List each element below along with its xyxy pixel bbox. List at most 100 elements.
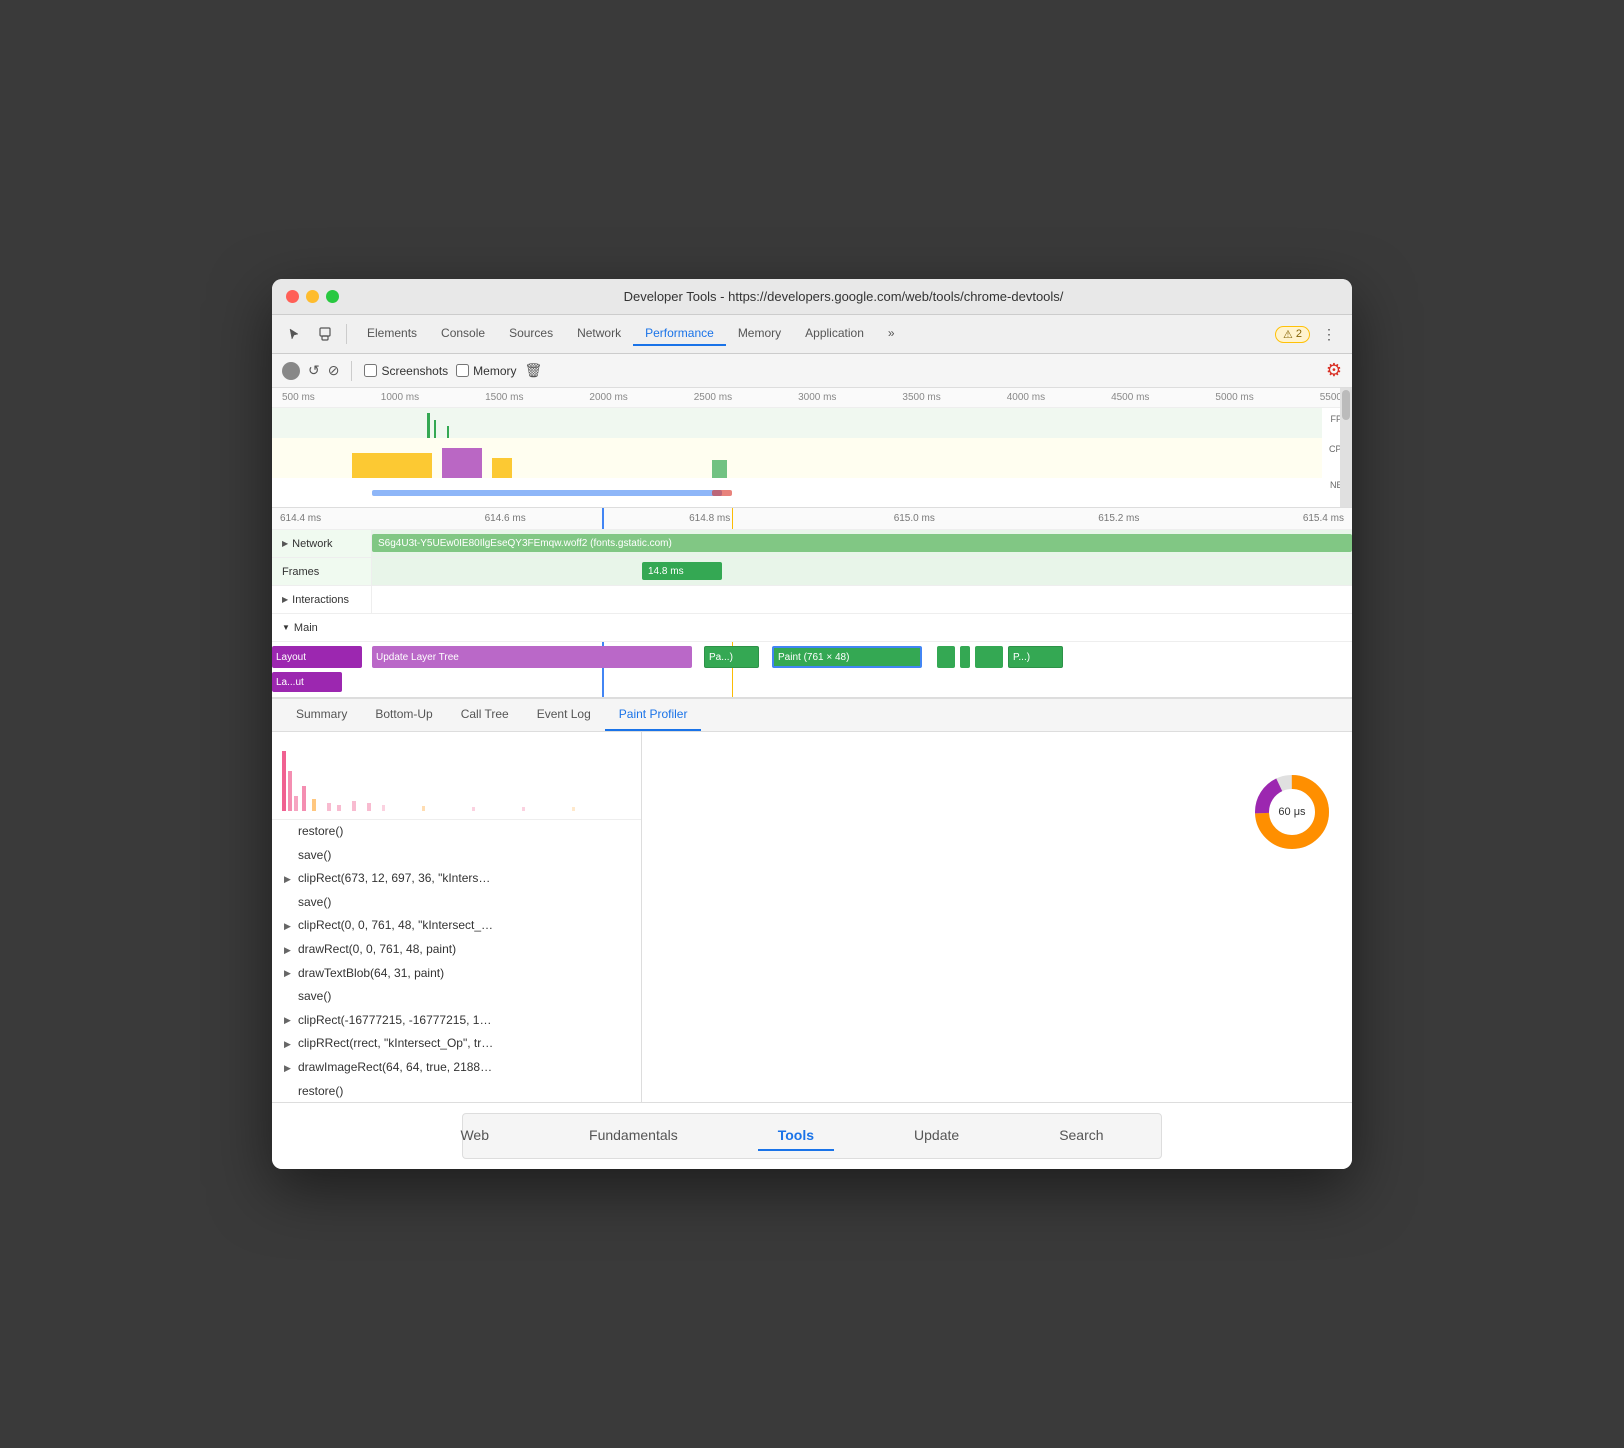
title-bar: Developer Tools - https://developers.goo…: [272, 279, 1352, 315]
screenshots-label: Screenshots: [381, 364, 448, 378]
frames-track-content: 14.8 ms: [372, 558, 1352, 585]
warning-icon: ⚠: [1283, 328, 1293, 341]
cmd-save-3[interactable]: save(): [272, 985, 641, 1009]
cmd-cliprect-1[interactable]: ▶ clipRect(673, 12, 697, 36, "kInters…: [272, 867, 641, 891]
device-icon[interactable]: [312, 321, 338, 347]
tab-sources[interactable]: Sources: [497, 322, 565, 346]
update-layer-tree-label: Update Layer Tree: [376, 652, 459, 663]
nav-fundamentals[interactable]: Fundamentals: [569, 1121, 698, 1151]
cmd-save-1-text: save(): [298, 845, 331, 867]
network-track-label: ▶ Network: [272, 530, 372, 557]
record-bar: ↺ ⊘ Screenshots Memory 🗑 ⚙: [272, 354, 1352, 388]
cmd-restore-1[interactable]: restore(): [272, 820, 641, 844]
nav-update[interactable]: Update: [894, 1121, 979, 1151]
timeline-graph: FPS CPU NET: [272, 408, 1352, 508]
scrollbar-handle[interactable]: [1342, 390, 1350, 420]
ruler-mark-3000: 3000 ms: [798, 392, 836, 403]
green-bar-3[interactable]: [975, 646, 1003, 668]
network-bar: S6g4U3t-Y5UEw0IE80IlgEseQY3FEmqw.woff2 (…: [372, 534, 1352, 552]
record-button[interactable]: [282, 362, 300, 380]
paint-small-bar[interactable]: Pa...): [704, 646, 759, 668]
tab-performance[interactable]: Performance: [633, 322, 726, 346]
paint-tiny-bar[interactable]: P...): [1008, 646, 1063, 668]
cmd-save-1[interactable]: save(): [272, 844, 641, 868]
detail-ruler-marks: 614.4 ms 614.6 ms 614.8 ms 615.0 ms 615.…: [280, 513, 1344, 524]
tab-event-log[interactable]: Event Log: [523, 699, 605, 731]
close-button[interactable]: [286, 290, 299, 303]
nav-tools[interactable]: Tools: [758, 1121, 834, 1151]
ruler-mark-500: 500 ms: [282, 392, 315, 403]
cmd-save-2[interactable]: save(): [272, 891, 641, 915]
tab-console[interactable]: Console: [429, 322, 497, 346]
net-bar-1: [372, 490, 722, 496]
tab-memory[interactable]: Memory: [726, 322, 793, 346]
tab-elements[interactable]: Elements: [355, 322, 429, 346]
main-arrow: ▼: [282, 623, 290, 632]
paint-canvas-area: 60 μs: [642, 732, 1352, 1102]
cmd-save-3-text: save(): [298, 986, 331, 1008]
net-track: [272, 478, 1322, 498]
prohibit-icon[interactable]: ⊘: [328, 362, 340, 379]
cursor-icon[interactable]: [282, 321, 308, 347]
cmd-drawtextblob-1-arrow: ▶: [284, 965, 294, 981]
cmd-drawrect[interactable]: ▶ drawRect(0, 0, 761, 48, paint): [272, 938, 641, 962]
nav-tabs: Elements Console Sources Network Perform…: [355, 322, 1271, 346]
cmd-cliprrect-arrow: ▶: [284, 1036, 294, 1052]
maximize-button[interactable]: [326, 290, 339, 303]
tab-bottom-up[interactable]: Bottom-Up: [361, 699, 446, 731]
cpu-bar-3: [492, 458, 512, 478]
paint-commands: restore() save() ▶ clipRect(673, 12, 697…: [272, 732, 642, 1102]
more-options-icon[interactable]: ⋮: [1316, 321, 1342, 347]
warning-badge[interactable]: ⚠ 2: [1275, 326, 1310, 343]
tab-summary[interactable]: Summary: [282, 699, 361, 731]
tab-network[interactable]: Network: [565, 322, 633, 346]
laut-bar[interactable]: La...ut: [272, 672, 342, 692]
ruler-mark-5000: 5000 ms: [1215, 392, 1253, 403]
cmd-cliprect-3[interactable]: ▶ clipRect(-16777215, -16777215, 1…: [272, 1009, 641, 1033]
reload-icon[interactable]: ↺: [308, 362, 320, 379]
nav-web[interactable]: Web: [440, 1121, 509, 1151]
timeline-scrollbar[interactable]: [1340, 388, 1352, 507]
tab-paint-profiler[interactable]: Paint Profiler: [605, 699, 702, 731]
screenshots-checkbox-label[interactable]: Screenshots: [364, 364, 448, 378]
paint-large-bar[interactable]: Paint (761 × 48): [772, 646, 922, 668]
hist-bar-9: [367, 803, 371, 811]
playhead-yellow: [732, 508, 733, 529]
paint-area: restore() save() ▶ clipRect(673, 12, 697…: [272, 732, 1352, 1102]
screenshots-checkbox[interactable]: [364, 364, 377, 377]
green-bar-2[interactable]: [960, 646, 970, 668]
nav-search[interactable]: Search: [1039, 1121, 1123, 1151]
interactions-track-row: ▶ Interactions: [272, 586, 1352, 614]
mark-615-4: 615.4 ms: [1303, 513, 1344, 524]
memory-checkbox-label[interactable]: Memory: [456, 364, 516, 378]
memory-checkbox[interactable]: [456, 364, 469, 377]
cmd-cliprect-2[interactable]: ▶ clipRect(0, 0, 761, 48, "kIntersect_…: [272, 914, 641, 938]
frames-label: Frames: [282, 566, 319, 578]
playhead-blue: [602, 508, 604, 529]
minimize-button[interactable]: [306, 290, 319, 303]
paint-large-label: Paint (761 × 48): [778, 652, 849, 663]
separator: [351, 361, 352, 381]
interactions-arrow: ▶: [282, 595, 288, 604]
toolbar-right: ⚠ 2 ⋮: [1275, 321, 1342, 347]
settings-icon[interactable]: ⚙: [1326, 360, 1342, 381]
layout-bar[interactable]: Layout: [272, 646, 362, 668]
update-layer-tree-bar[interactable]: Update Layer Tree: [372, 646, 692, 668]
ruler-mark-4000: 4000 ms: [1007, 392, 1045, 403]
tab-application[interactable]: Application: [793, 322, 876, 346]
cmd-restore-2[interactable]: restore(): [272, 1080, 641, 1102]
cmd-drawtextblob-1[interactable]: ▶ drawTextBlob(64, 31, paint): [272, 962, 641, 986]
main-section-header: ▼ Main: [272, 614, 1352, 642]
tab-more[interactable]: »: [876, 322, 907, 346]
fps-bar-1: [427, 413, 430, 438]
cmd-cliprrect[interactable]: ▶ clipRRect(rrect, "kIntersect_Op", tr…: [272, 1032, 641, 1056]
trash-icon[interactable]: 🗑: [525, 362, 543, 379]
cmd-drawimagerect[interactable]: ▶ drawImageRect(64, 64, true, 2188…: [272, 1056, 641, 1080]
tab-call-tree[interactable]: Call Tree: [447, 699, 523, 731]
cmd-cliprrect-text: clipRRect(rrect, "kIntersect_Op", tr…: [298, 1033, 493, 1055]
cmd-cliprect-3-text: clipRect(-16777215, -16777215, 1…: [298, 1010, 491, 1032]
green-bar-1[interactable]: [937, 646, 955, 668]
network-track-row: ▶ Network S6g4U3t-Y5UEw0IE80IlgEseQY3FEm…: [272, 530, 1352, 558]
cpu-track: [272, 438, 1322, 478]
ruler-mark-3500: 3500 ms: [902, 392, 940, 403]
